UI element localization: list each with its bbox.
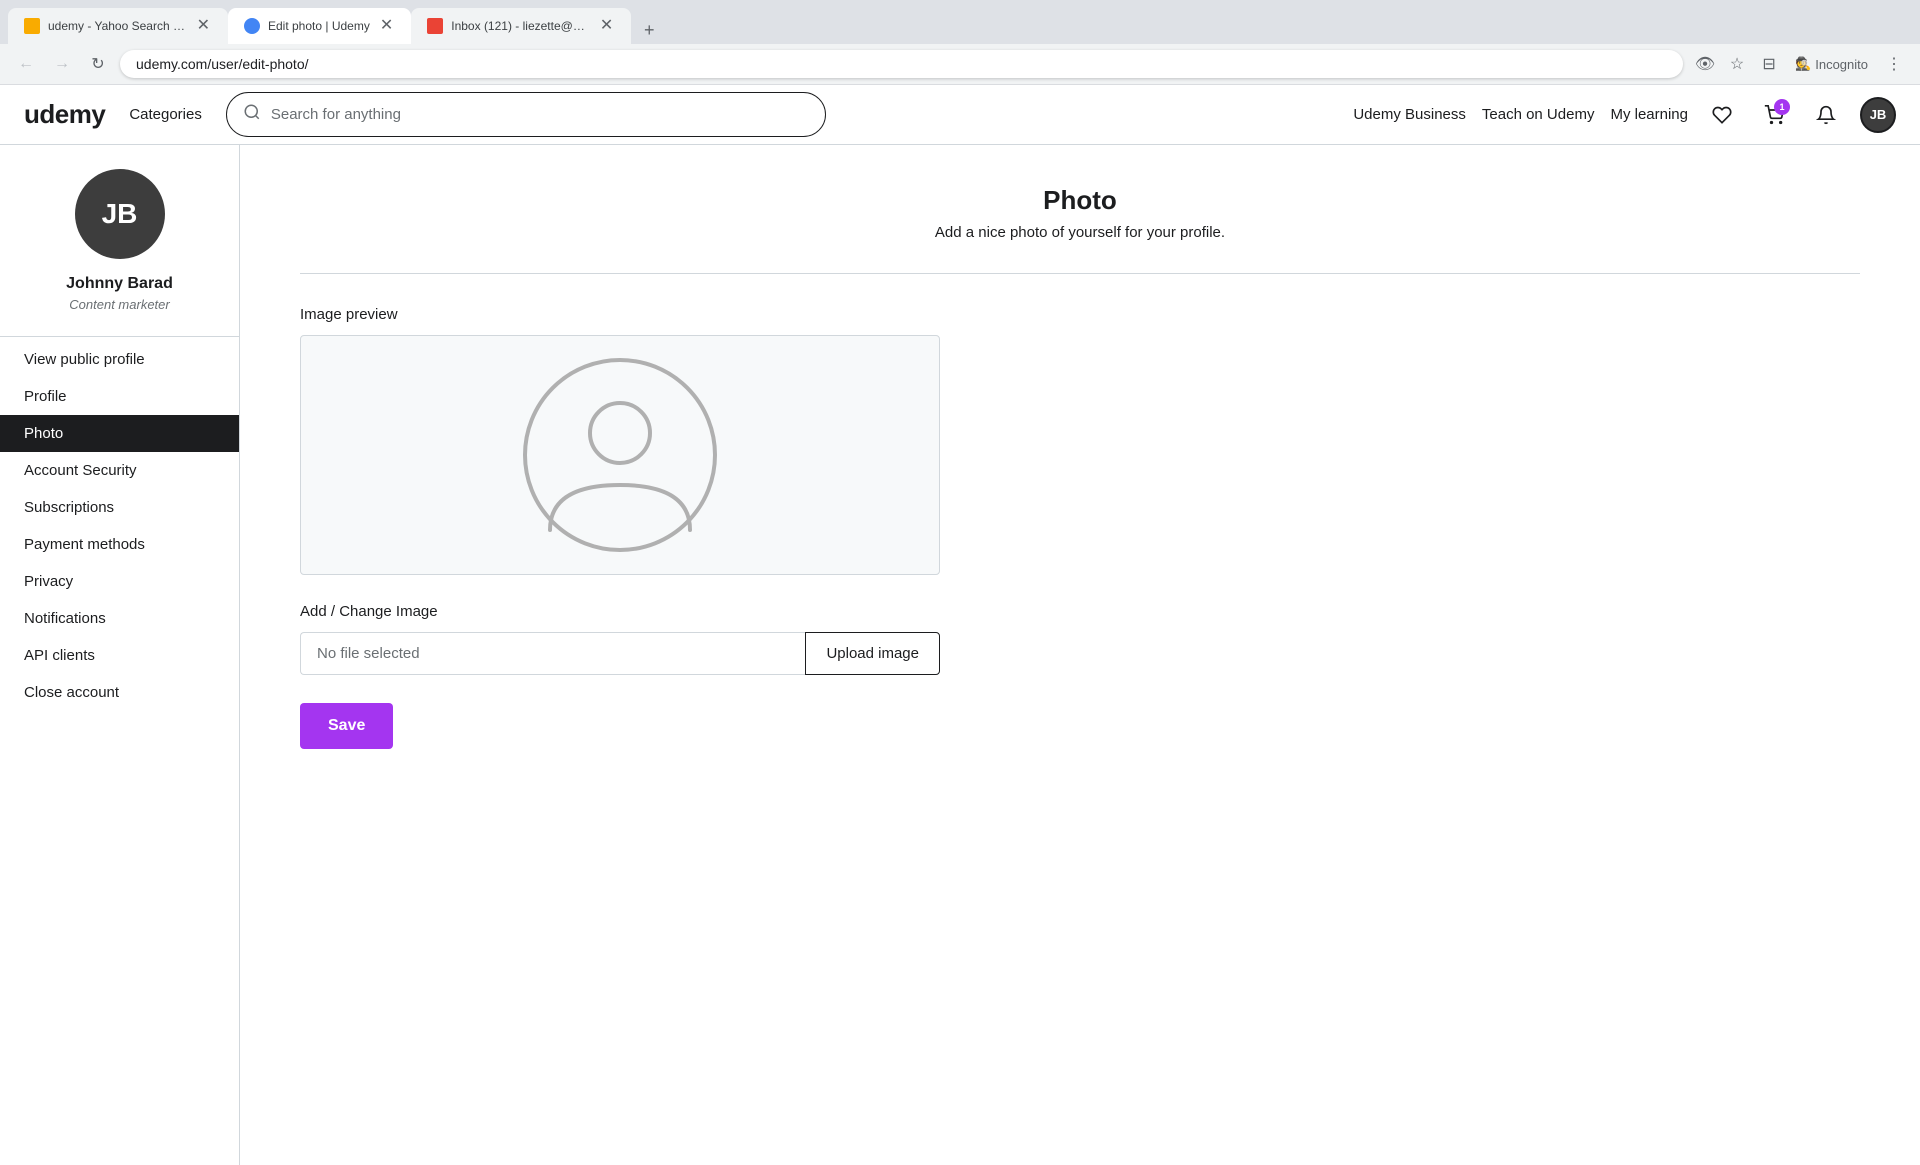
incognito-label: Incognito [1815, 57, 1868, 72]
forward-button[interactable]: → [48, 50, 76, 78]
new-tab-button[interactable]: + [635, 16, 663, 44]
my-learning-link[interactable]: My learning [1610, 106, 1688, 123]
sidebar-item-profile[interactable]: Profile [0, 378, 239, 415]
page-content: JB Johnny Barad Content marketer View pu… [0, 145, 1920, 1165]
address-bar: ← → ↻ 👁 ☆ ⊟ 🕵 Incognito ⋮ [0, 44, 1920, 84]
browser-actions: 👁 ☆ ⊟ 🕵 Incognito ⋮ [1691, 50, 1908, 78]
wishlist-button[interactable] [1704, 97, 1740, 133]
sidebar-item-privacy[interactable]: Privacy [0, 563, 239, 600]
sidebar-item-payment-methods[interactable]: Payment methods [0, 526, 239, 563]
sidebar: JB Johnny Barad Content marketer View pu… [0, 145, 240, 1165]
section-divider [300, 273, 1860, 274]
search-input[interactable]: Search for anything [271, 106, 809, 123]
main-area: Photo Add a nice photo of yourself for y… [240, 145, 1920, 1165]
page-subtitle: Add a nice photo of yourself for your pr… [300, 224, 1860, 241]
notifications-button[interactable] [1808, 97, 1844, 133]
incognito-indicator: 🕵 Incognito [1787, 52, 1876, 76]
header-nav: Udemy Business Teach on Udemy My learnin… [1353, 97, 1896, 133]
sidebar-item-subscriptions[interactable]: Subscriptions [0, 489, 239, 526]
save-button[interactable]: Save [300, 703, 393, 749]
tab-favicon-1 [24, 18, 40, 34]
teach-on-udemy-link[interactable]: Teach on Udemy [1482, 106, 1595, 123]
tab-label-3: Inbox (121) - liezette@pagefl... [451, 19, 590, 33]
incognito-icon: 🕵 [1795, 56, 1811, 72]
tab-favicon-2 [244, 18, 260, 34]
eye-off-icon[interactable]: 👁 [1691, 50, 1719, 78]
sidebar-item-close-account[interactable]: Close account [0, 674, 239, 711]
categories-nav[interactable]: Categories [129, 106, 202, 123]
sidebar-item-notifications[interactable]: Notifications [0, 600, 239, 637]
file-input-display: No file selected [300, 632, 805, 675]
sidebar-item-view-public-profile[interactable]: View public profile [0, 341, 239, 378]
tab-label-2: Edit photo | Udemy [268, 19, 370, 33]
browser-chrome: udemy - Yahoo Search Results ✕ Edit phot… [0, 0, 1920, 85]
browser-tab-3[interactable]: Inbox (121) - liezette@pagefl... ✕ [411, 8, 631, 44]
file-input-row: No file selected Upload image [300, 632, 940, 675]
sidebar-item-api-clients[interactable]: API clients [0, 637, 239, 674]
browser-tab-2[interactable]: Edit photo | Udemy ✕ [228, 8, 411, 44]
tab-close-3[interactable]: ✕ [598, 16, 615, 36]
sidebar-item-photo[interactable]: Photo [0, 415, 239, 452]
address-input[interactable] [120, 50, 1683, 78]
tab-favicon-3 [427, 18, 443, 34]
sidebar-user-name: Johnny Barad [0, 275, 239, 293]
search-bar[interactable]: Search for anything [226, 92, 826, 137]
logo-text: udemy [24, 99, 105, 130]
search-icon [243, 103, 261, 126]
page-title: Photo [300, 185, 1860, 216]
sidebar-avatar: JB [75, 169, 165, 259]
tab-close-2[interactable]: ✕ [378, 16, 395, 36]
cart-button[interactable]: 1 [1756, 97, 1792, 133]
split-view-icon[interactable]: ⊟ [1755, 50, 1783, 78]
app-header: udemy Categories Search for anything Ude… [0, 85, 1920, 145]
back-button[interactable]: ← [12, 50, 40, 78]
reload-button[interactable]: ↻ [84, 50, 112, 78]
tab-bar: udemy - Yahoo Search Results ✕ Edit phot… [0, 0, 1920, 44]
add-change-image-label: Add / Change Image [300, 603, 1860, 620]
tab-close-1[interactable]: ✕ [195, 16, 212, 36]
logo[interactable]: udemy [24, 99, 105, 130]
upload-image-button[interactable]: Upload image [805, 632, 940, 675]
browser-tab-1[interactable]: udemy - Yahoo Search Results ✕ [8, 8, 228, 44]
more-options-icon[interactable]: ⋮ [1880, 50, 1908, 78]
user-avatar[interactable]: JB [1860, 97, 1896, 133]
image-preview-label: Image preview [300, 306, 1860, 323]
sidebar-divider [0, 336, 239, 337]
sidebar-user-title: Content marketer [0, 297, 239, 312]
tab-label-1: udemy - Yahoo Search Results [48, 19, 187, 33]
udemy-business-link[interactable]: Udemy Business [1353, 106, 1466, 123]
image-preview-box [300, 335, 940, 575]
sidebar-item-account-security[interactable]: Account Security [0, 452, 239, 489]
cart-badge: 1 [1774, 99, 1790, 115]
bookmark-icon[interactable]: ☆ [1723, 50, 1751, 78]
avatar-placeholder-icon [520, 355, 720, 555]
